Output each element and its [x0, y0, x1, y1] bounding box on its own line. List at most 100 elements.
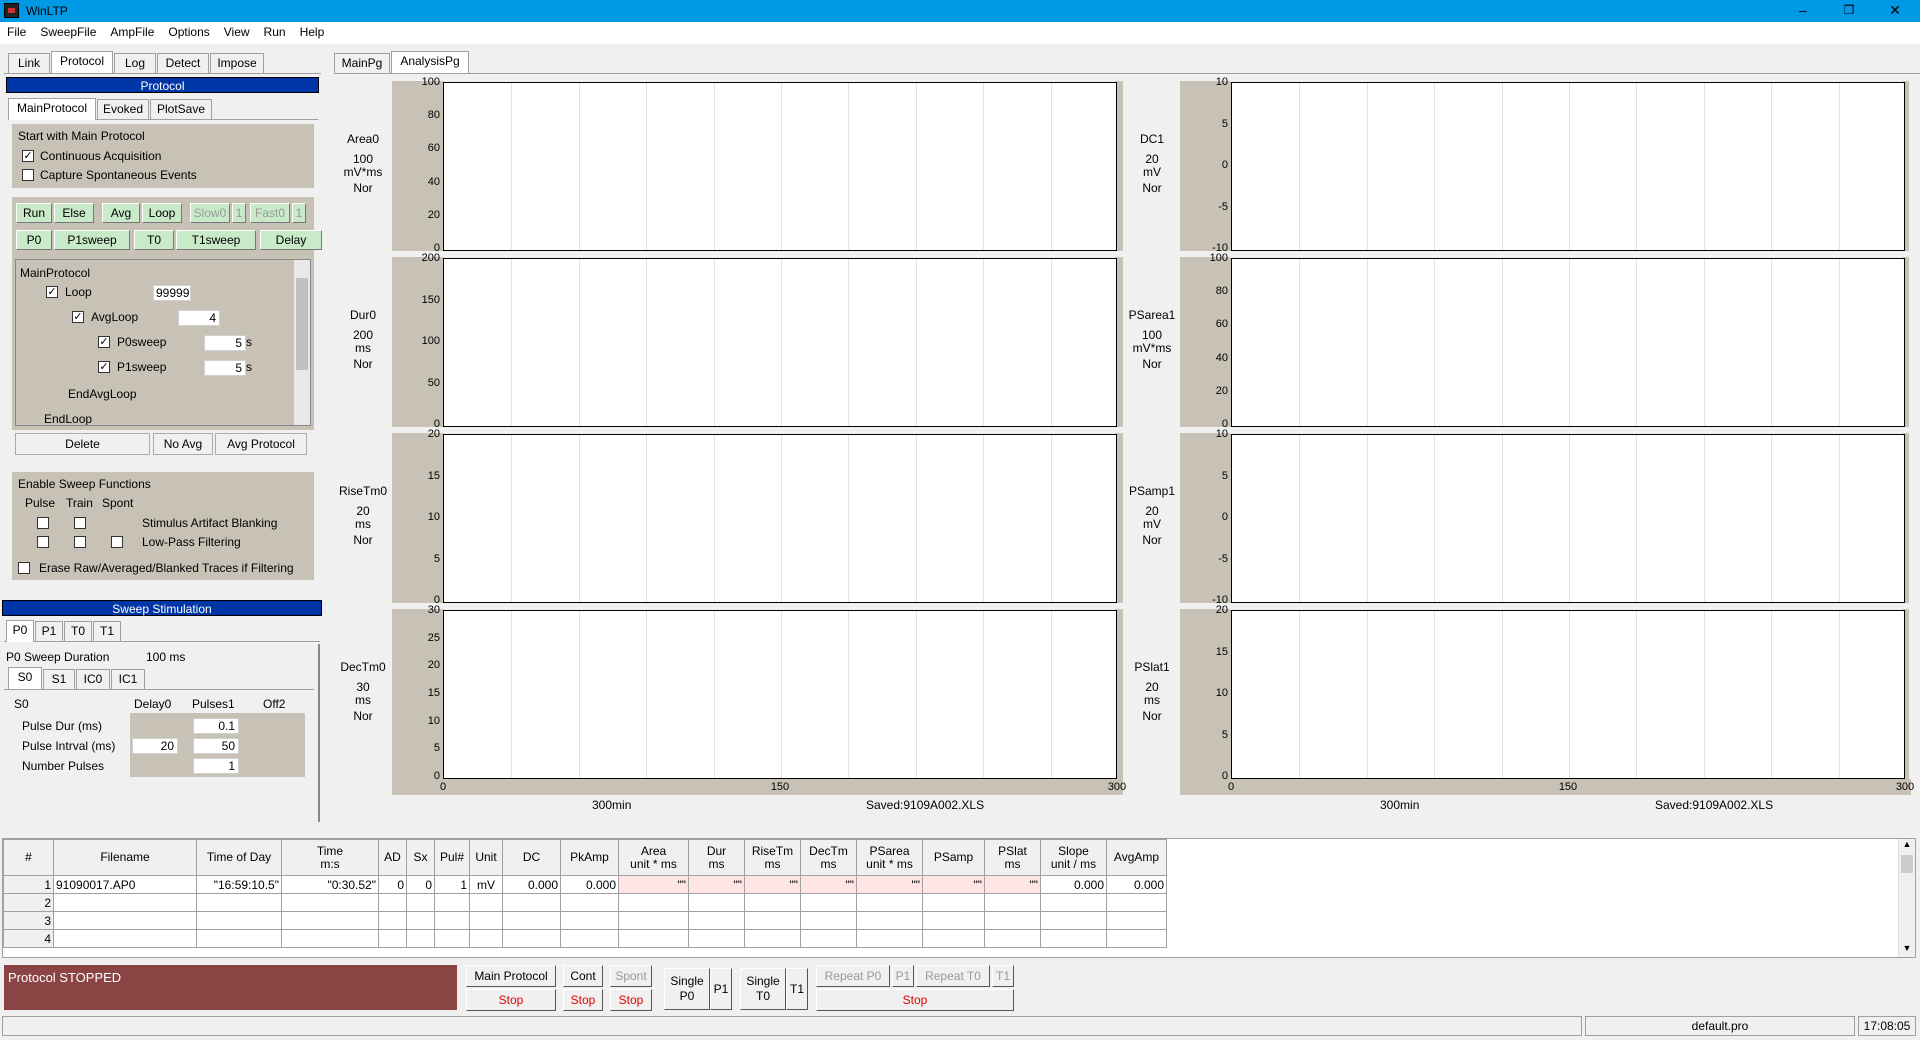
- repeat-p1-button[interactable]: P1: [892, 965, 914, 987]
- table-cell[interactable]: [688, 911, 745, 930]
- table-cell[interactable]: [618, 893, 689, 912]
- spont-button[interactable]: Spont: [610, 965, 652, 987]
- spont-stop-button[interactable]: Stop: [610, 989, 652, 1011]
- right-plot-3-area[interactable]: [1231, 610, 1905, 779]
- menu-options[interactable]: Options: [161, 22, 216, 39]
- else-button[interactable]: Else: [54, 203, 94, 223]
- table-cell[interactable]: 1: [3, 875, 54, 894]
- table-cell[interactable]: [800, 911, 857, 930]
- menu-sweepfile[interactable]: SweepFile: [33, 22, 103, 39]
- delete-button[interactable]: Delete: [15, 433, 150, 455]
- table-cell[interactable]: "": [800, 875, 857, 894]
- column-header[interactable]: Area unit * ms: [618, 839, 689, 876]
- table-row[interactable]: 3: [3, 911, 1167, 930]
- column-header[interactable]: RiseTm ms: [744, 839, 801, 876]
- menu-ampfile[interactable]: AmpFile: [103, 22, 161, 39]
- table-cell[interactable]: [281, 893, 379, 912]
- table-cell[interactable]: "": [856, 875, 923, 894]
- menu-view[interactable]: View: [217, 22, 257, 39]
- lowpass-pulse-checkbox[interactable]: [37, 536, 49, 548]
- minimize-button[interactable]: –: [1780, 0, 1826, 22]
- table-cell[interactable]: [406, 911, 435, 930]
- p1sweep-button[interactable]: P1sweep: [54, 230, 130, 250]
- repeat-t1-button[interactable]: T1: [992, 965, 1014, 987]
- table-cell[interactable]: [502, 911, 561, 930]
- column-header[interactable]: Unit: [469, 839, 503, 876]
- tab-p1[interactable]: P1: [35, 621, 63, 641]
- lowpass-spont-checkbox[interactable]: [111, 536, 123, 548]
- repeat-p0-button[interactable]: Repeat P0: [816, 965, 890, 987]
- tab-mainpg[interactable]: MainPg: [334, 53, 390, 73]
- table-cell[interactable]: [560, 929, 619, 948]
- table-cell[interactable]: [922, 893, 985, 912]
- avgloop-count-field[interactable]: 4: [178, 310, 220, 326]
- avg-button[interactable]: Avg: [102, 203, 140, 223]
- table-cell[interactable]: [1106, 929, 1167, 948]
- main-stop-button[interactable]: Stop: [466, 989, 556, 1011]
- table-cell[interactable]: 0.000: [502, 875, 561, 894]
- table-cell[interactable]: [469, 911, 503, 930]
- slow0-button[interactable]: Slow0: [190, 203, 230, 223]
- p1sweep-delay-field[interactable]: 5: [204, 360, 246, 376]
- column-header[interactable]: PSamp: [922, 839, 985, 876]
- table-cell[interactable]: "": [744, 875, 801, 894]
- table-cell[interactable]: 91090017.AP0: [53, 875, 197, 894]
- p1sweep-checkbox[interactable]: ✓: [98, 361, 110, 373]
- column-header[interactable]: Sx: [406, 839, 435, 876]
- column-header[interactable]: PkAmp: [560, 839, 619, 876]
- column-header[interactable]: AvgAmp: [1106, 839, 1167, 876]
- table-cell[interactable]: [406, 929, 435, 948]
- continuous-checkbox[interactable]: ✓: [22, 150, 34, 162]
- pulse-dur-field[interactable]: 0.1: [193, 718, 239, 734]
- column-header[interactable]: Pul#: [434, 839, 470, 876]
- table-cell[interactable]: [984, 911, 1041, 930]
- main-protocol-button[interactable]: Main Protocol: [466, 965, 556, 987]
- tab-s0[interactable]: S0: [8, 667, 42, 689]
- p0-button[interactable]: P0: [16, 230, 52, 250]
- right-plot-2-area[interactable]: [1231, 434, 1905, 603]
- tab-mainprotocol[interactable]: MainProtocol: [8, 98, 96, 120]
- table-cell[interactable]: [688, 893, 745, 912]
- column-header[interactable]: Time m:s: [281, 839, 379, 876]
- table-cell[interactable]: [378, 929, 407, 948]
- table-cell[interactable]: "16:59:10.5": [196, 875, 282, 894]
- table-cell[interactable]: [502, 893, 561, 912]
- table-cell[interactable]: [1106, 893, 1167, 912]
- table-row[interactable]: 2: [3, 893, 1167, 912]
- table-cell[interactable]: [688, 929, 745, 948]
- tab-link[interactable]: Link: [8, 53, 50, 73]
- pulse-intrval-field[interactable]: 50: [193, 738, 239, 754]
- table-cell[interactable]: 4: [3, 929, 54, 948]
- table-cell[interactable]: [281, 929, 379, 948]
- table-cell[interactable]: 0.000: [1106, 875, 1167, 894]
- capture-checkbox[interactable]: [22, 169, 34, 181]
- cont-button[interactable]: Cont: [563, 965, 603, 987]
- table-cell[interactable]: [469, 929, 503, 948]
- right-plot-1-area[interactable]: [1231, 258, 1905, 427]
- tab-protocol[interactable]: Protocol: [51, 51, 113, 73]
- tab-t1[interactable]: T1: [93, 621, 121, 641]
- results-table[interactable]: # Filename Time of Day Time m:s AD Sx Pul# Unit D…: [3, 839, 1167, 948]
- column-header[interactable]: Slope unit / ms: [1040, 839, 1107, 876]
- repeat-t0-button[interactable]: Repeat T0: [916, 965, 990, 987]
- cont-stop-button[interactable]: Stop: [563, 989, 603, 1011]
- no-avg-button[interactable]: No Avg: [153, 433, 213, 455]
- menu-run[interactable]: Run: [257, 22, 293, 39]
- table-cell[interactable]: [984, 929, 1041, 948]
- table-cell[interactable]: [800, 893, 857, 912]
- column-header[interactable]: Filename: [53, 839, 197, 876]
- column-header[interactable]: PSarea unit * ms: [856, 839, 923, 876]
- number-pulses-field[interactable]: 1: [193, 758, 239, 774]
- loop-checkbox[interactable]: ✓: [46, 286, 58, 298]
- avgloop-checkbox[interactable]: ✓: [72, 311, 84, 323]
- table-row[interactable]: 4: [3, 929, 1167, 948]
- fast0-button[interactable]: Fast0: [250, 203, 290, 223]
- table-cell[interactable]: [406, 893, 435, 912]
- column-header[interactable]: PSlat ms: [984, 839, 1041, 876]
- table-cell[interactable]: 2: [3, 893, 54, 912]
- table-scrollbar[interactable]: ▲ ▼: [1898, 839, 1915, 957]
- p0sweep-delay-field[interactable]: 5: [204, 335, 246, 351]
- tab-t0[interactable]: T0: [64, 621, 92, 641]
- right-plot-0-area[interactable]: [1231, 82, 1905, 251]
- tab-detect[interactable]: Detect: [157, 53, 209, 73]
